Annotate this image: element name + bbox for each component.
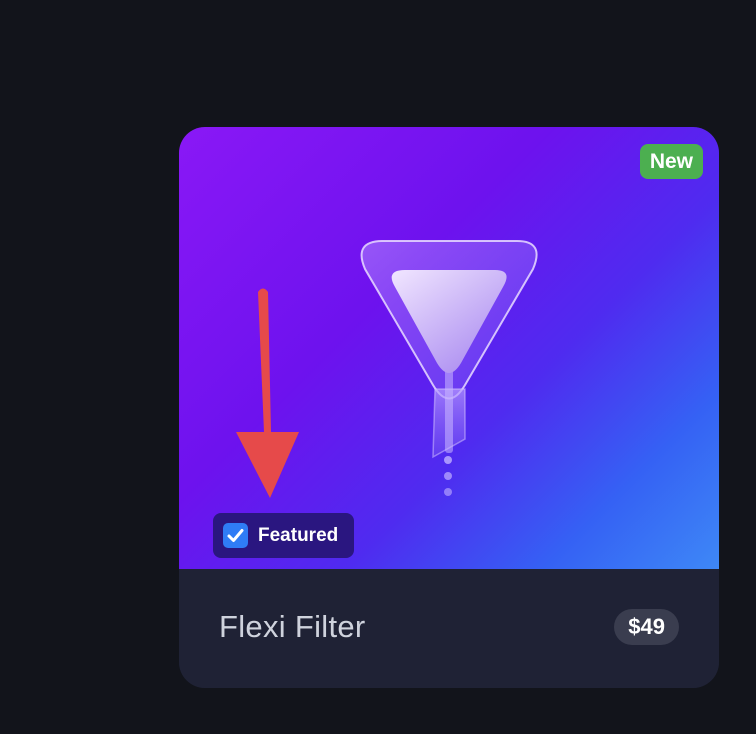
product-name: Flexi Filter [219,609,366,644]
featured-checkbox[interactable] [223,523,248,548]
price-badge: $49 [614,609,679,645]
product-footer: Flexi Filter $49 [179,569,719,688]
product-hero-image: New Featured [179,127,719,569]
product-card[interactable]: New Featured Flexi Filter $49 [179,127,719,688]
funnel-filter-icon [360,240,538,496]
funnel-drop [444,456,452,464]
featured-toggle[interactable]: Featured [213,513,355,558]
funnel-drop [444,472,452,480]
featured-label: Featured [258,524,339,546]
funnel-drop [444,488,452,496]
page: New Featured Flexi Filter $49 [0,0,756,734]
checkmark-icon [227,529,244,542]
new-badge: New [639,144,703,179]
